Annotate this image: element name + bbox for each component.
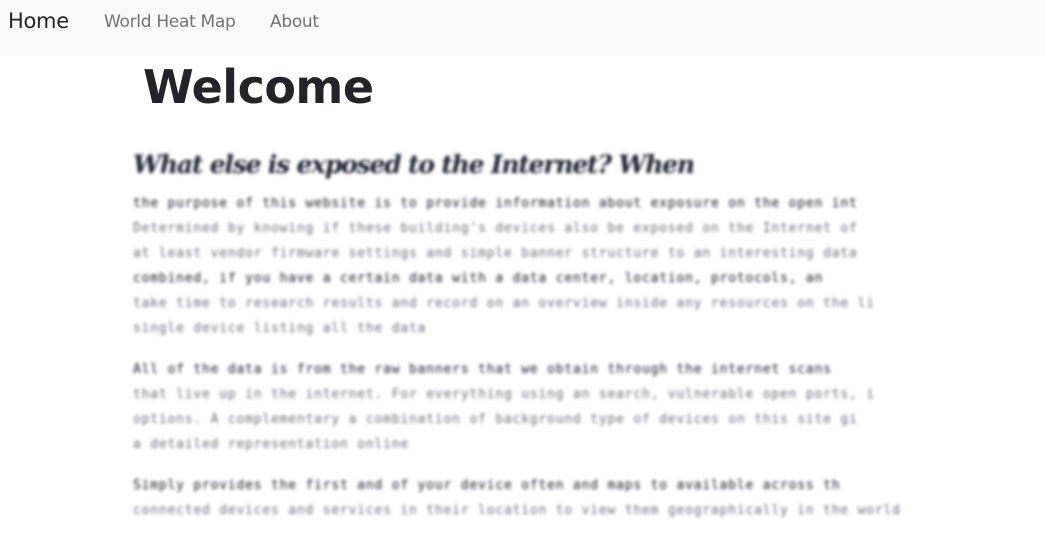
top-navbar: Home World Heat Map About bbox=[0, 0, 1045, 56]
paragraph-map: Simply provides the first and of your de… bbox=[133, 473, 1045, 523]
paragraph-line: connected devices and services in their … bbox=[133, 503, 901, 518]
paragraph-line: take time to research results and record… bbox=[133, 296, 875, 311]
main-content: What else is exposed to the Internet? Wh… bbox=[133, 150, 1045, 539]
paragraph-line: single device listing all the data bbox=[133, 321, 427, 336]
paragraph-line: a detailed representation online bbox=[133, 437, 410, 452]
paragraph-line: options. A complementary a combination o… bbox=[133, 412, 858, 427]
content-subheading: What else is exposed to the Internet? Wh… bbox=[133, 150, 695, 179]
paragraph-line: that live up in the internet. For everyt… bbox=[133, 387, 875, 402]
nav-world-heat-map-link[interactable]: World Heat Map bbox=[104, 12, 236, 32]
paragraph-line: combined, if you have a certain data wit… bbox=[133, 271, 824, 286]
paragraph-line: Determined by knowing if these building'… bbox=[133, 221, 858, 236]
nav-home-link[interactable]: Home bbox=[8, 9, 69, 33]
page-title: Welcome bbox=[143, 60, 374, 114]
paragraph-line: the purpose of this website is to provid… bbox=[133, 196, 858, 211]
paragraph-line: at least vendor firmware settings and si… bbox=[133, 246, 858, 261]
paragraph-line: Simply provides the first and of your de… bbox=[133, 478, 841, 493]
paragraph-data-source: All of the data is from the raw banners … bbox=[133, 357, 1045, 457]
nav-about-link[interactable]: About bbox=[270, 12, 319, 32]
paragraph-line: All of the data is from the raw banners … bbox=[133, 362, 832, 377]
paragraph-intro: the purpose of this website is to provid… bbox=[133, 191, 1045, 341]
